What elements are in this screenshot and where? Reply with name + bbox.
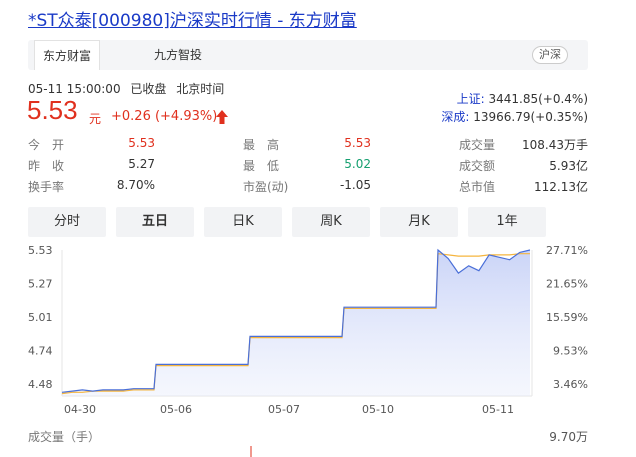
prev-close-label: 昨 收 <box>28 159 65 173</box>
turnover-label: 换手率 <box>28 180 65 194</box>
tab-intraday[interactable]: 分时 <box>28 207 106 237</box>
y-right-tick-label: 27.71% <box>546 244 588 257</box>
volume-axis-label: 成交量（手） <box>28 430 101 444</box>
tab-monthly-k[interactable]: 月K <box>380 207 458 237</box>
index-shanghai-name[interactable]: 上证: <box>457 92 485 106</box>
volume-label: 成交量 <box>459 138 496 152</box>
index-shenzhen-value: 13966.79(+0.35%) <box>473 110 588 124</box>
y-right-tick-label: 9.53% <box>553 345 588 358</box>
turnover-value: 8.70% <box>116 178 155 192</box>
x-tick-label: 05-10 <box>362 403 394 416</box>
tab-jiufang[interactable]: 九方智投 <box>146 40 210 70</box>
high-label: 最 高 <box>243 138 280 152</box>
low-value: 5.02 <box>344 157 371 171</box>
price-change: +0.26 (+4.93%) <box>111 109 218 124</box>
amount-value: 5.93亿 <box>549 159 588 173</box>
index-shanghai-value: 3441.85(+0.4%) <box>488 92 588 106</box>
index-shenzhen-name[interactable]: 深成: <box>441 110 469 124</box>
tab-eastmoney[interactable]: 东方财富 <box>34 40 101 70</box>
quote-status: 已收盘 <box>130 82 167 96</box>
y-right-tick-label: 15.59% <box>546 311 588 324</box>
x-tick-label: 05-07 <box>268 403 300 416</box>
y-left-tick-label: 5.01 <box>28 311 53 324</box>
market-cap-label: 总市值 <box>459 180 496 194</box>
open-label: 今 开 <box>28 138 65 152</box>
market-badge[interactable]: 沪深 <box>532 46 568 64</box>
open-value: 5.53 <box>128 136 155 150</box>
pe-value: -1.05 <box>339 178 371 192</box>
prev-close-value: 5.27 <box>128 157 155 171</box>
five-day-chart[interactable]: 5.53 5.27 5.01 4.74 4.48 27.71% 21.65% 15.59% 9.… <box>0 238 636 457</box>
tab-one-year[interactable]: 1年 <box>468 207 546 237</box>
market-cap-value: 112.13亿 <box>534 180 588 194</box>
quote-datetime: 05-11 15:00:00 <box>28 82 121 96</box>
high-value: 5.53 <box>344 136 371 150</box>
quote-timezone: 北京时间 <box>176 82 225 96</box>
tab-daily-k[interactable]: 日K <box>204 207 282 237</box>
low-label: 最 低 <box>243 159 280 173</box>
amount-label: 成交额 <box>459 159 496 173</box>
y-left-tick-label: 5.53 <box>28 244 53 257</box>
y-left-tick-label: 4.48 <box>28 378 53 391</box>
index-shenzhen: 深成: 13966.79(+0.35%) <box>441 108 588 125</box>
up-arrow-icon <box>216 110 228 124</box>
pe-label: 市盈(动) <box>243 180 289 194</box>
volume-axis-max: 9.70万 <box>549 430 588 444</box>
y-left-tick-label: 4.74 <box>28 345 53 358</box>
current-price: 5.53 <box>27 95 78 125</box>
x-tick-label: 04-30 <box>64 403 96 416</box>
y-left-tick-label: 5.27 <box>28 278 53 291</box>
x-tick-label: 05-06 <box>160 403 192 416</box>
x-tick-label: 05-11 <box>482 403 514 416</box>
index-shanghai: 上证: 3441.85(+0.4%) <box>457 90 588 107</box>
y-right-tick-label: 3.46% <box>553 378 588 391</box>
tab-weekly-k[interactable]: 周K <box>292 207 370 237</box>
source-tabbar: 东方财富 九方智投 沪深 <box>28 40 588 70</box>
tab-five-day[interactable]: 五日 <box>116 207 194 237</box>
price-unit: 元 <box>89 112 102 126</box>
page-title[interactable]: *ST众泰[000980]沪深实时行情 - 东方财富 <box>28 6 357 31</box>
volume-value: 108.43万手 <box>522 138 588 152</box>
y-right-tick-label: 21.65% <box>546 278 588 291</box>
